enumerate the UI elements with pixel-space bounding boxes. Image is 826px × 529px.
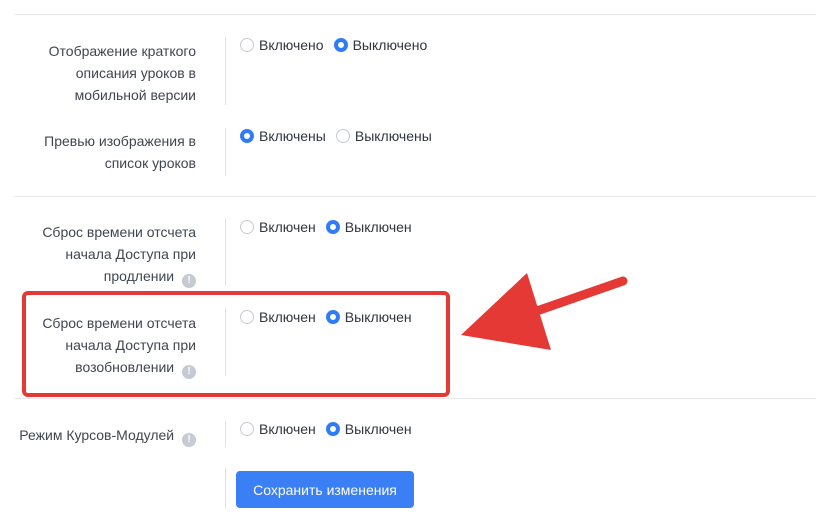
- arrow-head: [461, 273, 551, 350]
- radio-button[interactable]: [240, 422, 254, 436]
- setting-options: Включен Выключен: [240, 219, 412, 235]
- highlight-box: [22, 291, 450, 397]
- radio-button[interactable]: [240, 38, 254, 52]
- row-divider: [225, 218, 226, 286]
- option-enabled[interactable]: Включено: [240, 37, 324, 53]
- radio-button[interactable]: [240, 220, 254, 234]
- setting-label: Отображение краткого описания уроков в м…: [48, 43, 196, 103]
- row-divider: [225, 128, 226, 176]
- radio-button-selected[interactable]: [325, 220, 340, 234]
- option-disabled[interactable]: Выключен: [325, 219, 412, 235]
- info-icon[interactable]: !: [182, 433, 196, 447]
- top-divider: [14, 14, 816, 15]
- info-icon[interactable]: !: [182, 274, 196, 288]
- radio-button-selected[interactable]: [240, 129, 254, 143]
- row-divider: [225, 421, 226, 447]
- option-enabled[interactable]: Включены: [240, 128, 326, 144]
- option-enabled[interactable]: Включен: [240, 421, 316, 437]
- setting-options: Включены Выключены: [240, 128, 432, 144]
- option-enabled[interactable]: Включен: [240, 219, 316, 235]
- section-divider: [14, 196, 816, 197]
- setting-label: Сброс времени отсчета начала Доступа при…: [42, 224, 196, 288]
- option-disabled[interactable]: Выключены: [335, 128, 432, 144]
- option-disabled[interactable]: Выключен: [325, 421, 412, 437]
- radio-button-selected[interactable]: [325, 422, 340, 436]
- option-disabled[interactable]: Выключено: [333, 37, 427, 53]
- setting-options: Включен Выключен: [240, 421, 412, 437]
- radio-button-selected[interactable]: [333, 38, 348, 52]
- save-changes-button[interactable]: Сохранить изменения: [236, 471, 414, 508]
- row-divider: [225, 468, 226, 508]
- setting-label: Превью изображения в список уроков: [44, 133, 196, 171]
- red-arrow-icon: [461, 273, 628, 350]
- radio-button[interactable]: [335, 129, 350, 143]
- section-divider: [14, 398, 816, 399]
- setting-options: Включено Выключено: [240, 37, 427, 53]
- row-divider: [225, 37, 226, 105]
- setting-label: Режим Курсов-Модулей !: [0, 424, 196, 447]
